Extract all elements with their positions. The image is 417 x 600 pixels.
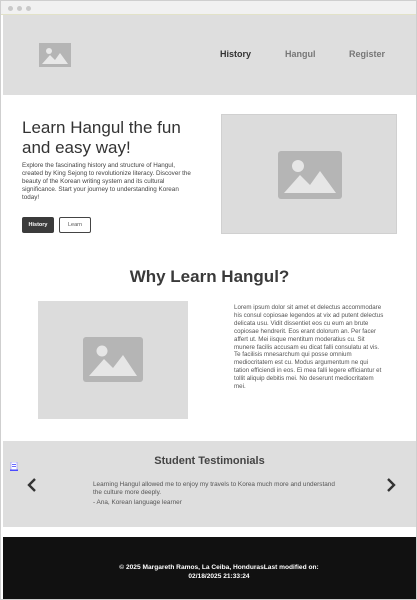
nav-link-register[interactable]: Register bbox=[349, 49, 385, 59]
window-dot bbox=[8, 6, 13, 11]
hero-image bbox=[221, 114, 397, 234]
window-dot bbox=[17, 6, 22, 11]
nav-link-hangul[interactable]: Hangul bbox=[285, 49, 316, 59]
testimonial-quote: Learning Hangul allowed me to enjoy my t… bbox=[93, 481, 335, 496]
why-section-text: Lorem ipsum dolor sit amet et delectus a… bbox=[234, 304, 384, 391]
chevron-right-icon[interactable] bbox=[384, 477, 398, 493]
why-section-title: Why Learn Hangul? bbox=[129, 267, 290, 286]
nav-link-history[interactable]: History bbox=[220, 49, 251, 59]
testimonials-title: Student Testimonials bbox=[154, 455, 265, 467]
window-dot bbox=[26, 6, 31, 11]
browser-window: History Hangul Register Learn Hangul the… bbox=[0, 0, 417, 600]
chevron-left-icon[interactable] bbox=[25, 477, 39, 493]
browser-top-bar bbox=[1, 1, 416, 15]
learn-button[interactable]: Learn bbox=[59, 217, 91, 233]
history-button[interactable]: History bbox=[22, 217, 54, 233]
footer-copyright: © 2025 Margareth Ramos, La Ceiba, Hondur… bbox=[119, 564, 319, 580]
hero-title: Learn Hangul the fun and easy way! bbox=[22, 118, 181, 157]
site-header: History Hangul Register bbox=[3, 15, 416, 95]
testimonials-section: Student Testimonials Learning Hangul all… bbox=[3, 441, 416, 527]
site-footer: © 2025 Margareth Ramos, La Ceiba, Hondur… bbox=[3, 537, 416, 599]
why-image bbox=[38, 301, 188, 419]
testimonial-author: - Ana, Korean language learner bbox=[93, 499, 182, 506]
image-placeholder-icon bbox=[278, 151, 342, 199]
image-placeholder-icon bbox=[83, 337, 143, 382]
image-placeholder-icon[interactable] bbox=[39, 43, 71, 67]
hero-description: Explore the fascinating history and stru… bbox=[22, 162, 191, 202]
